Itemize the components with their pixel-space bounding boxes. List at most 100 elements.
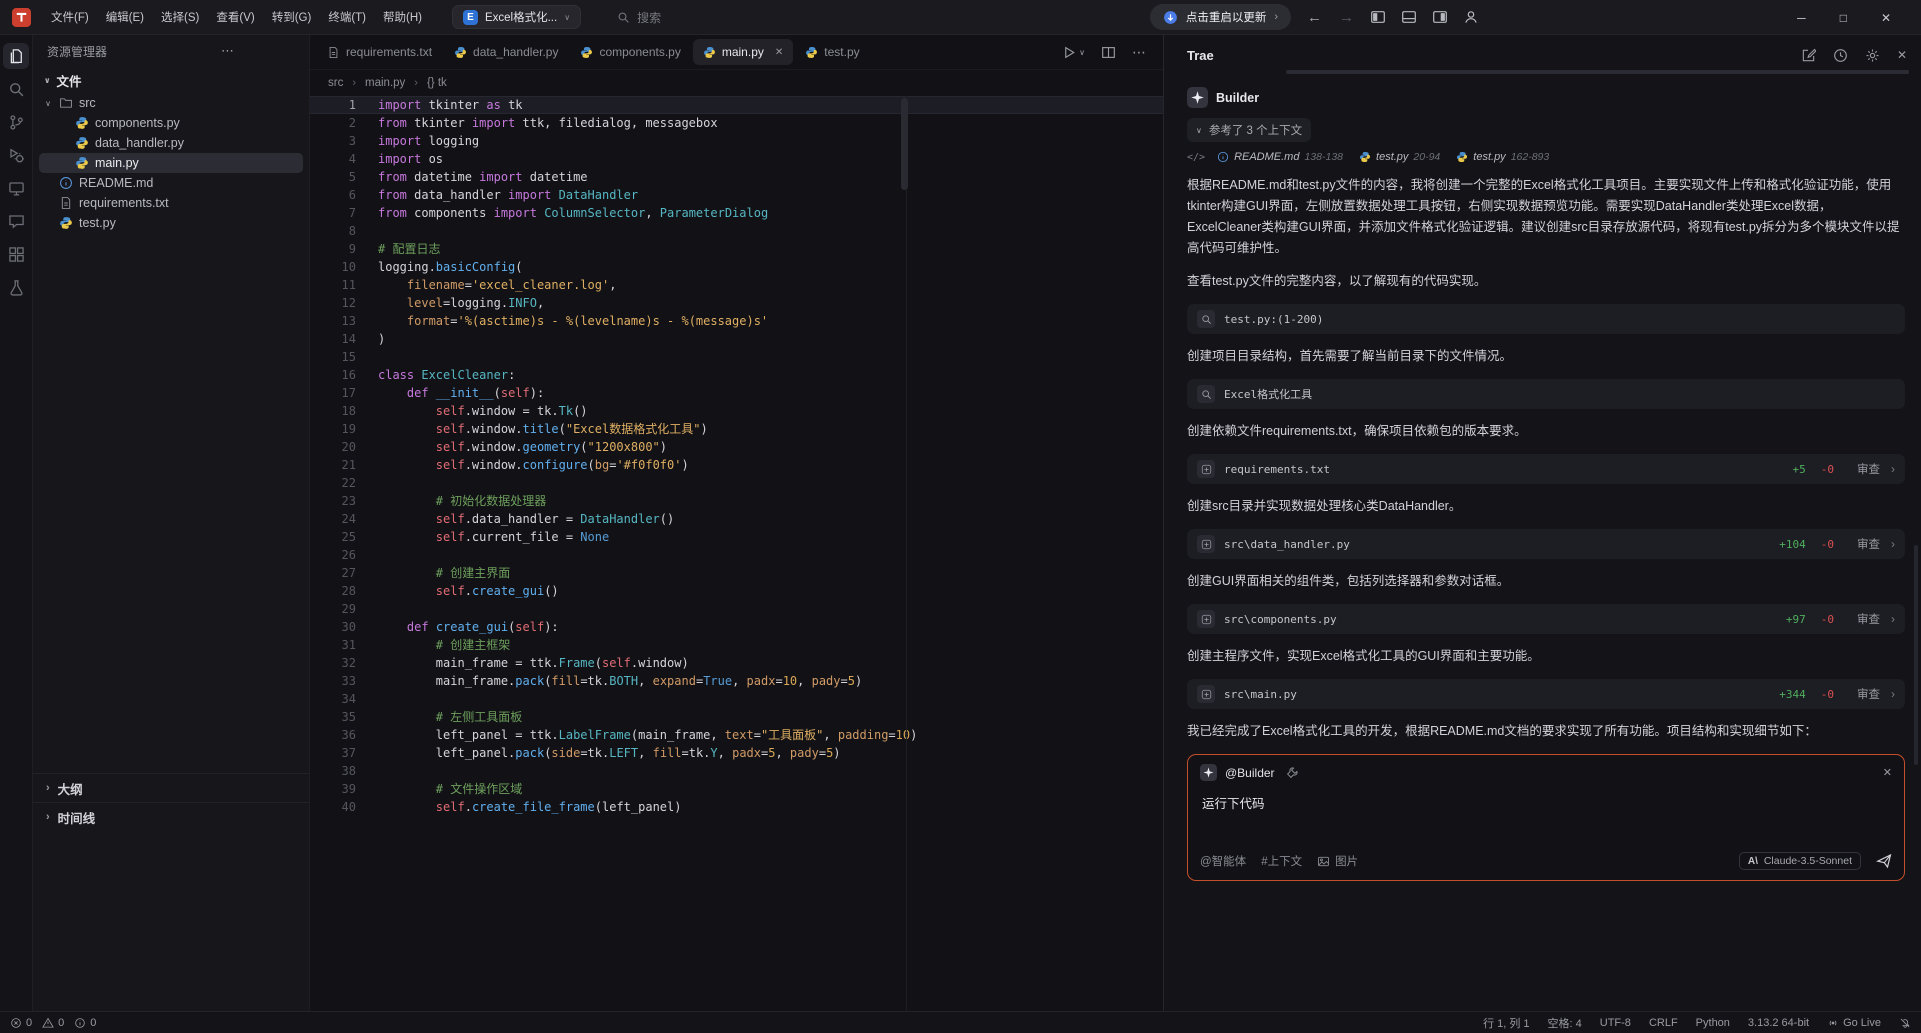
activity-test[interactable] (3, 274, 29, 300)
file-tree-item[interactable]: main.py (39, 153, 303, 173)
activity-extensions[interactable] (3, 241, 29, 267)
code-line[interactable]: 32 main_frame = ttk.Frame(self.window) (310, 654, 1163, 672)
more-editor-actions-button[interactable]: ⋯ (1132, 44, 1147, 61)
status-indentation[interactable]: 空格: 4 (1548, 1015, 1582, 1031)
file-tree-item[interactable]: components.py (39, 113, 303, 133)
code-line[interactable]: 22 (310, 474, 1163, 492)
code-line[interactable]: 31 # 创建主框架 (310, 636, 1163, 654)
code-line[interactable]: 35 # 左侧工具面板 (310, 708, 1163, 726)
model-selector[interactable]: A\ Claude-3.5-Sonnet (1739, 852, 1861, 870)
workspace-switcher[interactable]: E Excel格式化... ∨ (452, 5, 581, 29)
code-line[interactable]: 30 def create_gui(self): (310, 618, 1163, 636)
problems-infos[interactable]: 0 (74, 1017, 96, 1029)
restart-update-button[interactable]: 点击重启以更新 › (1150, 4, 1291, 30)
file-tree-item[interactable]: test.py (39, 213, 303, 233)
review-button[interactable]: 审查 (1857, 686, 1880, 702)
close-panel-icon[interactable]: ✕ (1897, 48, 1907, 62)
chat-input[interactable]: 运行下代码 (1188, 785, 1904, 844)
menu-item[interactable]: 查看(V) (208, 5, 262, 29)
code-line[interactable]: 6from data_handler import DataHandler (310, 186, 1163, 204)
account-icon[interactable] (1463, 9, 1479, 25)
run-button[interactable]: ∨ (1062, 45, 1085, 60)
tab-main.py[interactable]: main.py✕ (693, 39, 793, 65)
code-line[interactable]: 4import os (310, 150, 1163, 168)
toggle-panel-button[interactable] (1401, 9, 1417, 25)
files-section-header[interactable]: ∨ 文件 (33, 67, 309, 93)
code-line[interactable]: 24 self.data_handler = DataHandler() (310, 510, 1163, 528)
maximize-button[interactable]: □ (1840, 11, 1847, 25)
conversation[interactable]: Builder ∨ 参考了 3 个上下文 </> README.md138-13… (1164, 75, 1921, 1011)
code-line[interactable]: 27 # 创建主界面 (310, 564, 1163, 582)
status-cursor-position[interactable]: 行 1, 列 1 (1483, 1015, 1529, 1031)
close-window-button[interactable]: ✕ (1881, 11, 1891, 25)
menu-item[interactable]: 选择(S) (153, 5, 207, 29)
problems-warnings[interactable]: 0 (42, 1017, 64, 1029)
more-actions-button[interactable]: ⋯ (221, 43, 235, 59)
status-python-interpreter[interactable]: 3.13.2 64-bit (1748, 1017, 1809, 1029)
context-reference[interactable]: test.py20-94 (1359, 151, 1440, 163)
menu-item[interactable]: 转到(G) (264, 5, 320, 29)
menu-item[interactable]: 编辑(E) (98, 5, 152, 29)
history-icon[interactable] (1833, 48, 1848, 63)
menu-item[interactable]: 终端(T) (320, 5, 374, 29)
tab-data_handler.py[interactable]: data_handler.py (444, 39, 568, 65)
chat-scrollbar-horizontal[interactable] (1286, 70, 1909, 74)
problems-errors[interactable]: 0 (10, 1017, 32, 1029)
code-line[interactable]: 29 (310, 600, 1163, 618)
code-line[interactable]: 38 (310, 762, 1163, 780)
code-line[interactable]: 21 self.window.configure(bg='#f0f0f0') (310, 456, 1163, 474)
activity-chat[interactable] (3, 208, 29, 234)
activity-run-debug[interactable] (3, 142, 29, 168)
split-editor-button[interactable] (1101, 45, 1116, 60)
chat-input-box[interactable]: @Builder ✕ 运行下代码 @智能体 #上下文 图片 A\ Claude- (1187, 754, 1905, 881)
file-change-chip[interactable]: src\main.py+344-0审查› (1187, 679, 1905, 709)
context-selector[interactable]: #上下文 (1261, 853, 1302, 869)
code-line[interactable]: 23 # 初始化数据处理器 (310, 492, 1163, 510)
context-toggle[interactable]: ∨ 参考了 3 个上下文 (1187, 118, 1311, 142)
code-line[interactable]: 12 level=logging.INFO, (310, 294, 1163, 312)
agent-mention[interactable]: @Builder (1225, 766, 1275, 780)
code-line[interactable]: 34 (310, 690, 1163, 708)
new-chat-icon[interactable] (1801, 48, 1816, 63)
code-line[interactable]: 17 def __init__(self): (310, 384, 1163, 402)
minimize-button[interactable]: ─ (1797, 11, 1806, 25)
code-line[interactable]: 39 # 文件操作区域 (310, 780, 1163, 798)
code-line[interactable]: 25 self.current_file = None (310, 528, 1163, 546)
review-button[interactable]: 审查 (1857, 536, 1880, 552)
code-line[interactable]: 33 main_frame.pack(fill=tk.BOTH, expand=… (310, 672, 1163, 690)
sidebar-section-outline[interactable]: ›大纲 (33, 773, 309, 802)
file-change-chip[interactable]: src\components.py+97-0审查› (1187, 604, 1905, 634)
code-line[interactable]: 18 self.window = tk.Tk() (310, 402, 1163, 420)
status-eol[interactable]: CRLF (1649, 1017, 1678, 1029)
code-line[interactable]: 36 left_panel = ttk.LabelFrame(main_fram… (310, 726, 1163, 744)
close-icon[interactable]: ✕ (775, 47, 783, 58)
file-tree-item[interactable]: README.md (39, 173, 303, 193)
code-line[interactable]: 19 self.window.title("Excel数据格式化工具") (310, 420, 1163, 438)
toggle-secondary-sidebar-button[interactable] (1432, 9, 1448, 25)
chat-scrollbar[interactable] (1914, 545, 1918, 765)
activity-remote[interactable] (3, 175, 29, 201)
file-change-chip[interactable]: requirements.txt+5-0审查› (1187, 454, 1905, 484)
code-line[interactable]: 10logging.basicConfig( (310, 258, 1163, 276)
file-change-chip[interactable]: src\data_handler.py+104-0审查› (1187, 529, 1905, 559)
search-tool-chip[interactable]: Excel格式化工具 (1187, 379, 1905, 409)
problems-indicator[interactable]: 000 (10, 1017, 96, 1029)
agent-selector[interactable]: @智能体 (1200, 853, 1246, 869)
status-language-mode[interactable]: Python (1696, 1017, 1730, 1029)
code-line[interactable]: 8 (310, 222, 1163, 240)
forward-button[interactable]: → (1338, 9, 1355, 26)
notifications-button[interactable] (1899, 1017, 1911, 1029)
wrench-icon[interactable] (1286, 766, 1299, 779)
tab-components.py[interactable]: components.py (570, 39, 690, 65)
tab-test.py[interactable]: test.py (795, 39, 869, 65)
review-button[interactable]: 审查 (1857, 461, 1880, 477)
review-button[interactable]: 审查 (1857, 611, 1880, 627)
activity-explorer[interactable] (3, 43, 29, 69)
context-reference[interactable]: README.md138-138 (1217, 151, 1343, 163)
code-line[interactable]: 1import tkinter as tk (310, 96, 1163, 114)
activity-source-control[interactable] (3, 109, 29, 135)
back-button[interactable]: ← (1306, 9, 1323, 26)
code-line[interactable]: 11 filename='excel_cleaner.log', (310, 276, 1163, 294)
code-line[interactable]: 14) (310, 330, 1163, 348)
sidebar-section-timeline[interactable]: ›时间线 (33, 802, 309, 831)
